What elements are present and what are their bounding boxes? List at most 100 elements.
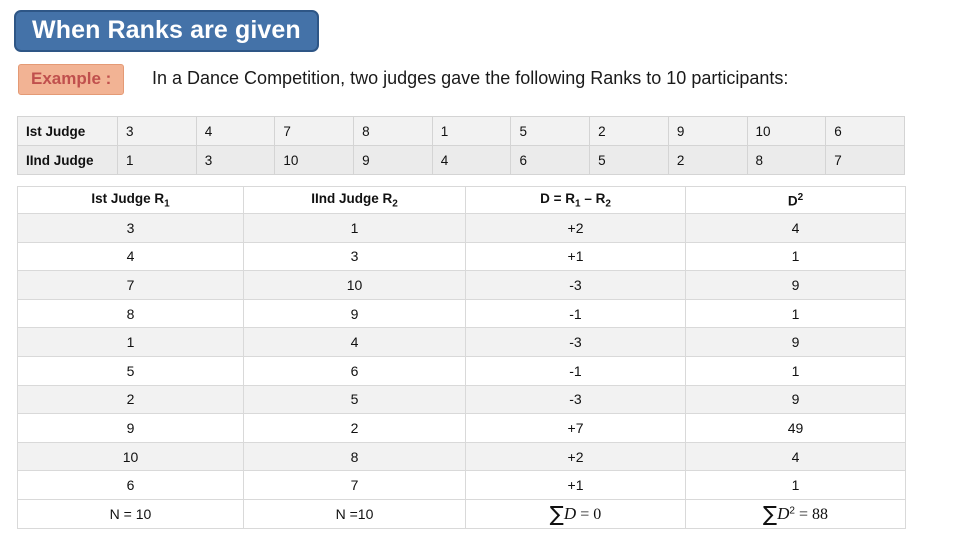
cell-d: +1: [465, 241, 686, 272]
cell: 3: [195, 145, 276, 175]
table-row: 6 7 +1 1: [17, 470, 906, 500]
table-row: 3 1 +2 4: [17, 213, 906, 243]
table-row: 2 5 -3 9: [17, 384, 906, 415]
table-row: IInd Judge 1 3 10 9 4 6 5 2 8 7: [17, 145, 905, 175]
column-header-r2: IInd Judge R2: [243, 186, 466, 214]
example-label: Example :: [18, 64, 125, 95]
cell: 9: [353, 145, 433, 175]
cell: 2: [589, 116, 669, 146]
page-title: When Ranks are given: [14, 10, 319, 53]
cell-r2: 3: [243, 241, 466, 272]
table-row: 4 3 +1 1: [17, 241, 906, 272]
total-n-r2: N =10: [243, 498, 466, 529]
cell-r1: 10: [17, 441, 244, 472]
cell: 9: [667, 116, 748, 146]
table-row: 8 9 -1 1: [17, 298, 906, 329]
cell-d2: 4: [685, 213, 906, 243]
cell-d2: 1: [685, 355, 906, 386]
cell-r1: 6: [17, 470, 244, 500]
cell: 8: [353, 116, 433, 146]
calculation-table: Ist Judge R1 IInd Judge R2 D = R1 – R2 D…: [17, 186, 906, 529]
cell-d: +2: [465, 441, 686, 472]
cell-d: -3: [465, 270, 686, 300]
cell-r2: 7: [243, 470, 466, 500]
cell-d: -3: [465, 384, 686, 415]
sigma-symbol: ∑: [549, 501, 564, 526]
table-row: 9 2 +7 49: [17, 413, 906, 443]
cell-r1: 7: [17, 270, 244, 300]
cell-r2: 9: [243, 298, 466, 329]
cell: 10: [274, 145, 355, 175]
cell: 10: [746, 116, 827, 146]
cell-r1: 1: [17, 327, 244, 357]
row-header: Ist Judge: [17, 116, 118, 146]
cell: 5: [589, 145, 669, 175]
example-statement: In a Dance Competition, two judges gave …: [152, 68, 789, 88]
table-row: Ist Judge 3 4 7 8 1 5 2 9 10 6: [17, 116, 905, 146]
header-subscript: 1: [164, 198, 170, 210]
cell-d2: 1: [685, 241, 906, 272]
cell: 3: [117, 116, 197, 146]
d-symbol: D: [563, 503, 577, 523]
cell-r2: 10: [243, 270, 466, 300]
cell-r2: 1: [243, 213, 466, 243]
table-row: 7 10 -3 9: [17, 270, 906, 300]
cell-r1: 3: [17, 213, 244, 243]
cell-d: -1: [465, 298, 686, 329]
cell-d2: 1: [685, 298, 906, 329]
cell: 4: [431, 145, 512, 175]
cell: 8: [746, 145, 827, 175]
table-total-row: N = 10 N =10 ∑D = 0 ∑D2 = 88: [17, 498, 906, 529]
cell-d2: 49: [685, 413, 906, 443]
column-header-r1: Ist Judge R1: [17, 186, 244, 214]
cell: 6: [825, 116, 905, 146]
cell-d2: 9: [685, 270, 906, 300]
calculation-table-body: 3 1 +2 4 4 3 +1 1 7 10 -3 9 8 9 -1 1 1 4…: [17, 213, 906, 529]
cell-r2: 6: [243, 355, 466, 386]
cell-r1: 5: [17, 355, 244, 386]
header-subscript: 2: [392, 198, 398, 210]
header-text: D: [787, 193, 798, 209]
total-n-r1: N = 10: [17, 498, 244, 529]
header-text-2: – R: [580, 190, 606, 206]
column-header-d: D = R1 – R2: [465, 186, 686, 214]
row-header: IInd Judge: [17, 145, 118, 175]
slide-page: When Ranks are given Example : In a Danc…: [0, 0, 960, 540]
cell-r1: 4: [17, 241, 244, 272]
cell-d: +1: [465, 470, 686, 500]
cell-r2: 2: [243, 413, 466, 443]
d-equals-value: = 0: [576, 505, 602, 523]
total-sum-d: ∑D = 0: [465, 498, 686, 529]
cell-d2: 9: [685, 327, 906, 357]
cell-d2: 9: [685, 384, 906, 415]
cell-r1: 8: [17, 298, 244, 329]
table-row: 10 8 +2 4: [17, 441, 906, 472]
cell: 6: [510, 145, 591, 175]
table-row: 5 6 -1 1: [17, 355, 906, 386]
ranks-table: Ist Judge 3 4 7 8 1 5 2 9 10 6 IInd Judg…: [17, 116, 905, 175]
header-text: Ist Judge R: [91, 190, 165, 206]
cell-r1: 9: [17, 413, 244, 443]
cell: 1: [117, 145, 197, 175]
cell-d2: 1: [685, 470, 906, 500]
d2-equals-value: = 88: [794, 505, 829, 523]
cell: 1: [431, 116, 512, 146]
d-symbol: D: [777, 503, 790, 523]
cell: 5: [510, 116, 591, 146]
cell: 2: [667, 145, 748, 175]
total-sum-d2: ∑D2 = 88: [685, 498, 906, 529]
header-text: D = R: [540, 190, 575, 206]
header-subscript-2: 2: [605, 198, 611, 210]
header-superscript: 2: [797, 191, 804, 203]
cell-r2: 8: [243, 441, 466, 472]
cell-d: -3: [465, 327, 686, 357]
sigma-symbol: ∑: [762, 501, 778, 526]
cell-d2: 4: [685, 441, 906, 472]
column-header-d2: D2: [685, 186, 906, 214]
table-header-row: Ist Judge R1 IInd Judge R2 D = R1 – R2 D…: [17, 186, 906, 214]
header-text: IInd Judge R: [311, 190, 393, 206]
cell-r2: 5: [243, 384, 466, 415]
table-row: 1 4 -3 9: [17, 327, 906, 357]
cell: 7: [274, 116, 355, 146]
cell-r1: 2: [17, 384, 244, 415]
